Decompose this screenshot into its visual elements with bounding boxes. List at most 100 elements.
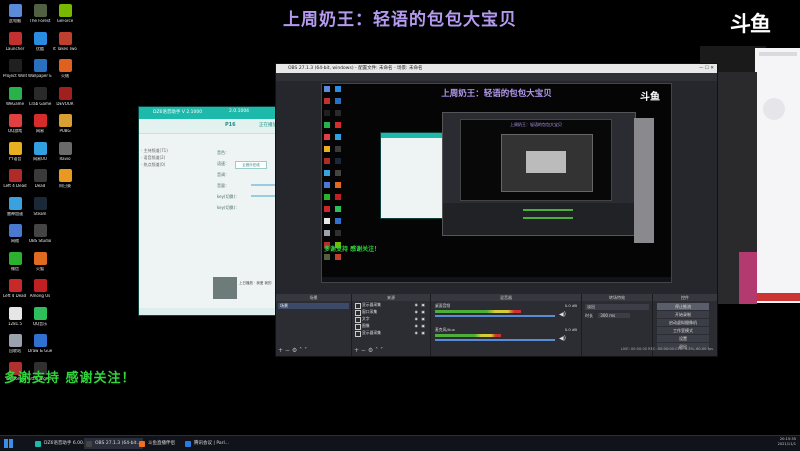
sidebar-item[interactable]: · 热点频道(0) <box>141 161 211 168</box>
windows-start-icon[interactable] <box>4 439 13 448</box>
desktop-icon[interactable]: WeGame <box>3 86 27 107</box>
desktop-icon[interactable]: It Takes Two <box>53 31 77 52</box>
preview-desktop-icon <box>324 146 330 152</box>
desktop-icon[interactable]: PUBG <box>53 114 77 134</box>
sidebar-item[interactable]: · 主持频道(71) <box>141 147 211 154</box>
window-controls[interactable] <box>759 52 797 56</box>
desktop-icon-label: PUBG <box>59 129 71 133</box>
app-icon <box>8 251 22 265</box>
desktop-icon[interactable]: Launcher <box>3 31 27 52</box>
lock-icon[interactable]: ▣ <box>421 302 425 308</box>
desktop-icon[interactable]: DEVOUR <box>53 86 77 107</box>
desktop-icon[interactable]: 火绒 <box>53 59 77 79</box>
desktop-icon[interactable]: 火狐 <box>28 251 52 272</box>
desktop-icon[interactable]: 网易 <box>28 114 52 134</box>
desktop-icon[interactable]: Dead <box>28 169 52 189</box>
obs-titlebar[interactable]: OBS 27.1.3 (64-bit, windows) - 配置文件: 未命名… <box>276 64 717 73</box>
control-button[interactable]: 设置 <box>657 335 709 342</box>
volume-slider[interactable] <box>435 339 555 341</box>
visibility-eye-icon[interactable]: ◉ <box>415 323 418 329</box>
lock-icon[interactable]: ▣ <box>421 330 425 336</box>
sidebar-item[interactable]: · 语音频道(2) <box>141 154 211 161</box>
mute-speaker-icon[interactable]: ◀) <box>559 311 566 318</box>
douyu-logo: 斗鱼 <box>730 12 771 36</box>
source-item[interactable]: 窗口采集 ◉ ▣ <box>354 309 428 316</box>
desktop-icon-label: YY语音 <box>8 156 22 161</box>
source-list[interactable]: 显示器采集 ◉ ▣ 窗口采集 ◉ ▣ 文字 ◉ ▣ 图像 ◉ ▣ 显示器采集 ◉ ▣ <box>352 302 430 337</box>
desktop-icon[interactable]: Wallpaper Engine <box>28 59 52 79</box>
visibility-eye-icon[interactable]: ◉ <box>415 330 418 336</box>
control-button[interactable]: 停止推流 <box>657 303 709 310</box>
source-item[interactable]: 图像 ◉ ▣ <box>354 323 428 330</box>
tab-p16[interactable]: P16 <box>225 122 236 128</box>
visibility-eye-icon[interactable]: ◉ <box>415 316 418 322</box>
volume-meter <box>435 334 501 337</box>
desktop-icon[interactable]: 优酷 <box>28 31 52 52</box>
lock-icon[interactable]: ▣ <box>421 323 425 329</box>
desktop-icon[interactable]: Left 4 Dead <box>3 169 27 189</box>
visibility-eye-icon[interactable]: ◉ <box>415 309 418 315</box>
desktop-icon-label: Left 4 Dead <box>3 184 27 188</box>
desktop-icon-label: It Takes Two <box>53 46 77 51</box>
mixer-db-readout: 0.0 dB <box>564 303 577 308</box>
desktop-icon[interactable]: Crab Game <box>28 86 52 107</box>
taskbar-app-button[interactable]: 腾讯会议 | Parl... <box>183 438 242 449</box>
desktop-icon-label: 火狐 <box>36 266 44 271</box>
desktop-icon[interactable]: Steam <box>28 196 52 217</box>
desktop-icon[interactable]: Project Winter <box>3 59 27 79</box>
visibility-eye-icon[interactable]: ◉ <box>415 302 418 308</box>
source-item[interactable]: 显示器采集 ◉ ▣ <box>354 302 428 309</box>
desktop-icon[interactable]: YY语音 <box>3 141 27 162</box>
desktop-icon[interactable]: 微信 <box>3 251 27 272</box>
taskbar-app-label: OBS 27.1.3 (64-bit... <box>95 441 141 446</box>
duration-label: 时长 <box>585 313 593 318</box>
preview-desktop-icon <box>324 254 330 260</box>
obs-menubar[interactable] <box>276 73 717 81</box>
volume-slider[interactable] <box>435 315 555 317</box>
control-button[interactable]: 启动虚拟摄像机 <box>657 319 709 326</box>
source-label: 图像 <box>362 323 370 328</box>
system-tray[interactable]: 20:15:35 2021/11/1 <box>778 437 796 447</box>
desktop-icon[interactable]: Draw & Guess <box>28 334 52 354</box>
obs-window[interactable]: OBS 27.1.3 (64-bit, windows) - 配置文件: 未命名… <box>275 63 718 357</box>
desktop-icon[interactable]: Among Us <box>28 279 52 299</box>
mute-speaker-icon[interactable]: ◀) <box>559 335 566 342</box>
desktop-icon-label: Launcher <box>5 46 25 51</box>
desktop-icon[interactable]: 雷神加速 <box>3 196 27 217</box>
voice-assistant-titlebar[interactable]: DZ6语音助手 V 2.1000 2.0.1004 <box>139 107 291 119</box>
desktop-icon[interactable]: 回收站 <box>3 334 27 354</box>
taskbar-app-button[interactable]: OBS 27.1.3 (64-bit... <box>84 438 143 449</box>
source-item[interactable]: 显示器采集 ◉ ▣ <box>354 330 428 337</box>
desktop-icon[interactable]: 1281.5 <box>3 306 27 327</box>
lock-icon[interactable]: ▣ <box>421 316 425 322</box>
lock-icon[interactable]: ▣ <box>421 309 425 315</box>
desktop-icon-label: Draw & Guess <box>28 349 52 353</box>
control-button[interactable]: 工作室模式 <box>657 327 709 334</box>
desktop-icon[interactable]: Ravio <box>53 141 77 162</box>
desktop-icon[interactable]: Left 4 Dead 2 <box>3 279 27 299</box>
duration-input[interactable]: 300 ms <box>598 313 631 318</box>
desktop-icon[interactable]: 网络 <box>3 224 27 244</box>
app-icon <box>33 31 47 45</box>
media-thumbnail <box>213 277 237 299</box>
app-icon <box>33 141 47 155</box>
desktop-icon-label: 1281.5 <box>8 321 22 326</box>
window-controls[interactable]: — ☐ ✕ <box>699 64 714 73</box>
control-button[interactable]: 开始录制 <box>657 311 709 318</box>
background-window-gray[interactable] <box>713 72 757 304</box>
obs-preview[interactable]: 上周奶王：轻语的包包大宝贝 斗鱼 上周奶王：轻语的包包大宝贝 多谢支持 感谢关注… <box>321 83 672 283</box>
scene-item[interactable]: 场景 <box>278 303 349 309</box>
source-item[interactable]: 文字 ◉ ▣ <box>354 316 428 323</box>
voice-assistant-window[interactable]: DZ6语音助手 V 2.1000 2.0.1004 P16 正在播放 · 主持频… <box>138 106 292 316</box>
background-window-white[interactable] <box>755 48 800 303</box>
desktop-icon[interactable]: 向日葵 <box>53 169 77 189</box>
desktop-icon[interactable]: QQ音乐 <box>28 306 52 327</box>
desktop-icon[interactable]: QQ游戏 <box>3 114 27 134</box>
desktop-icon[interactable]: 网易UU <box>28 141 52 162</box>
voice-chip[interactable]: 云音乐在线 <box>235 161 267 169</box>
preview-desktop-icon <box>324 110 330 116</box>
desktop-icon[interactable]: OBS Studio <box>28 224 52 244</box>
transition-select[interactable]: 淡出 <box>585 304 649 310</box>
desktop-icon-label: Crab Game <box>28 101 52 106</box>
promo-block <box>755 293 800 301</box>
